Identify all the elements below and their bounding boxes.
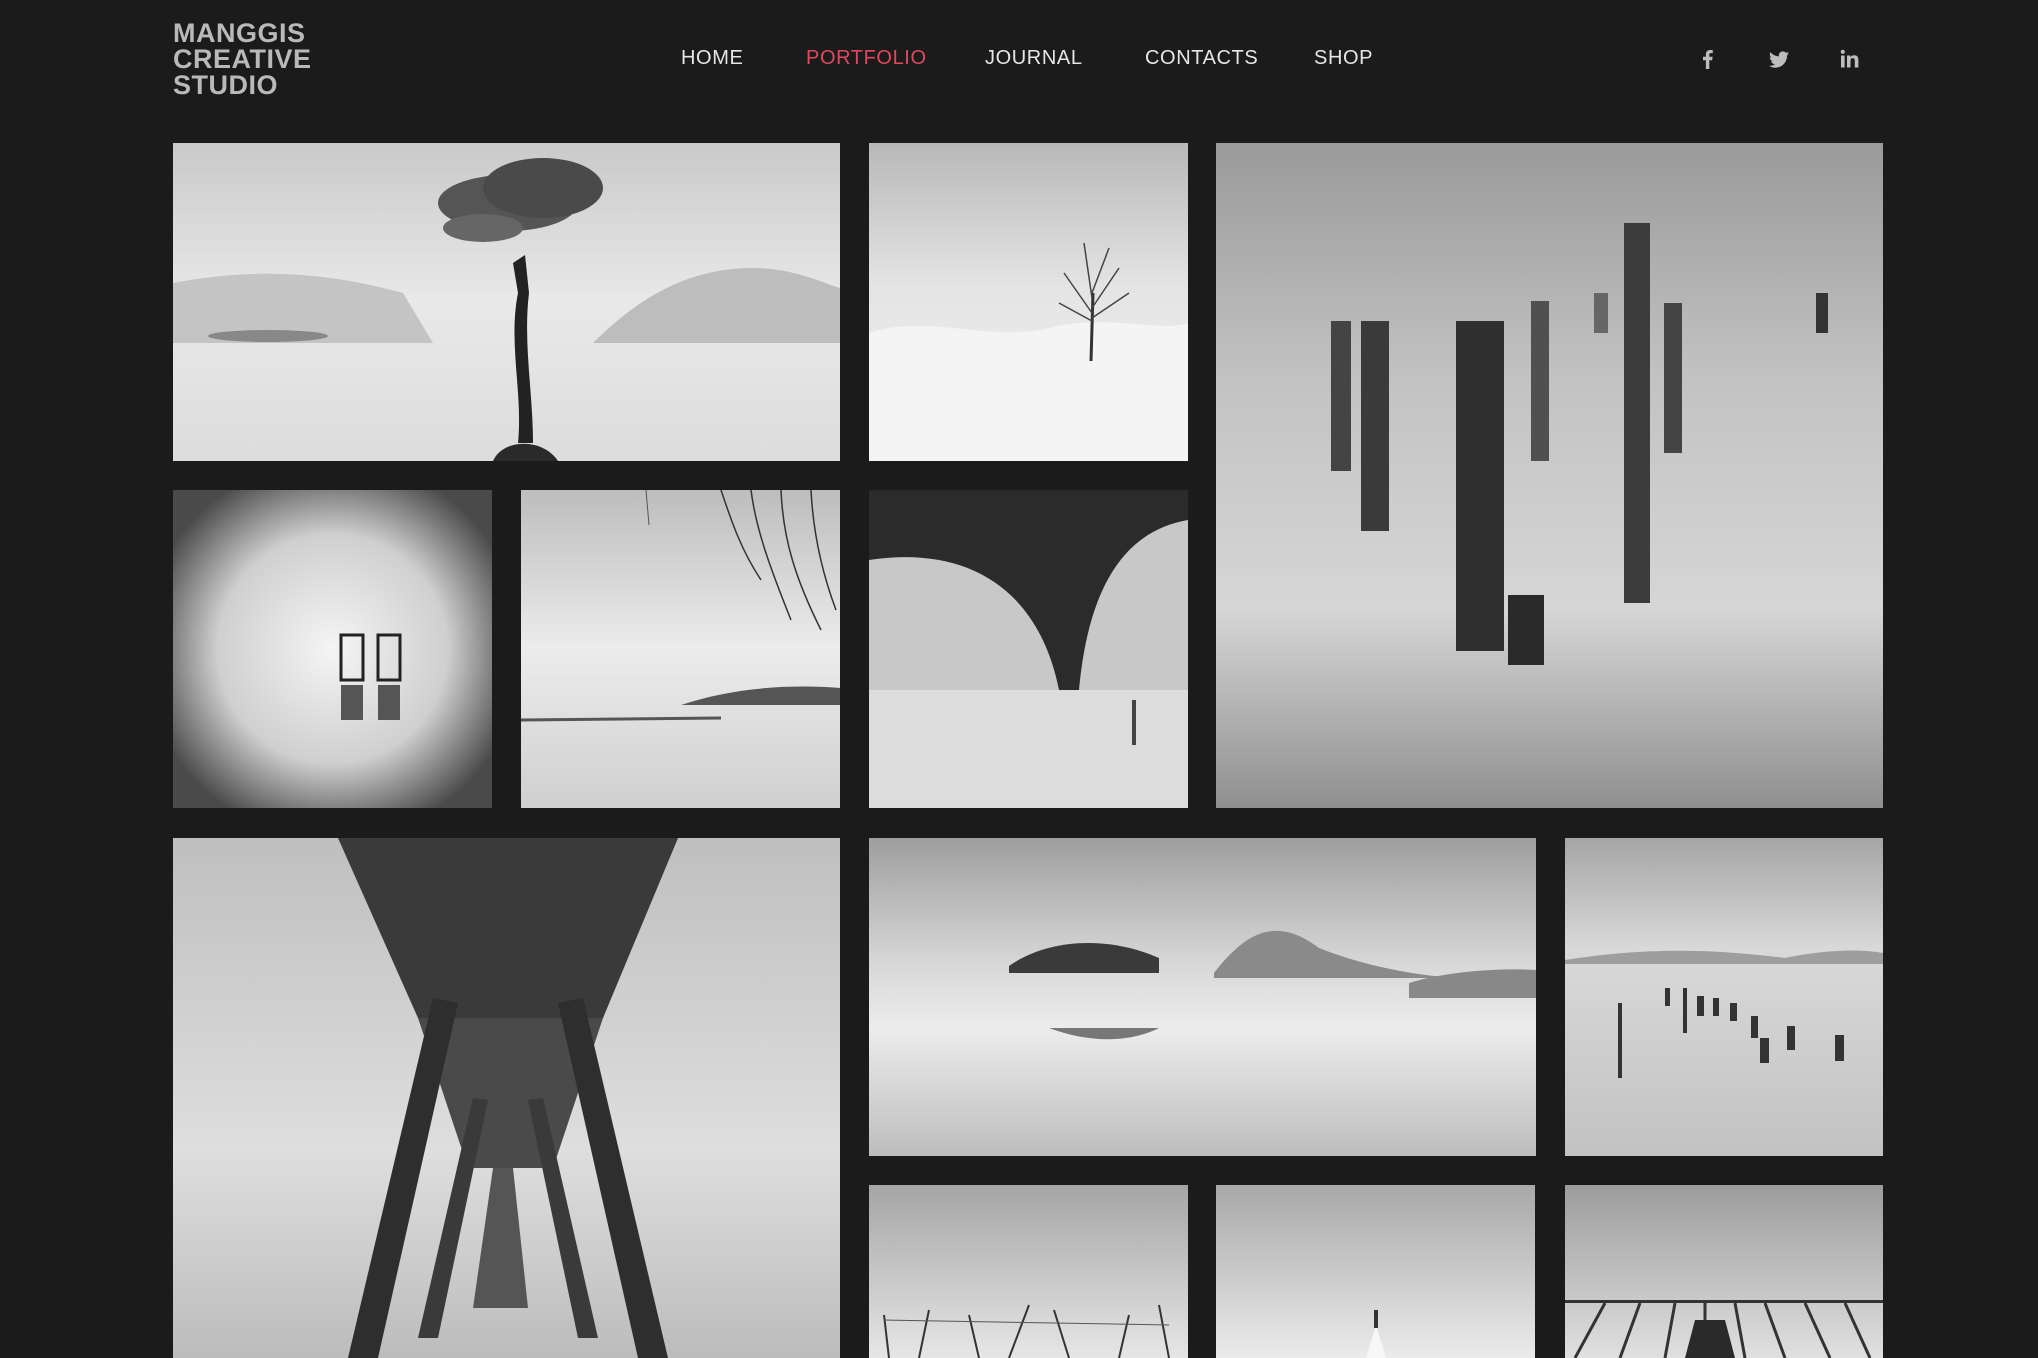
photo-willow-branches-lake[interactable] xyxy=(521,490,840,808)
bridge-in-fog-image xyxy=(869,490,1188,808)
photo-lone-tree-lake[interactable] xyxy=(173,143,840,461)
twitter-icon xyxy=(1769,51,1789,68)
photo-bridge-in-fog[interactable] xyxy=(869,490,1188,808)
willow-branches-lake-image xyxy=(521,490,840,808)
nav-portfolio[interactable]: PORTFOLIO xyxy=(806,47,927,70)
linkedin-icon xyxy=(1840,49,1859,68)
nav-contacts[interactable]: CONTACTS xyxy=(1145,47,1258,70)
small-boat-pier-image xyxy=(1216,1185,1535,1358)
brand-line-1: MANGGIS xyxy=(173,18,306,48)
pier-underside-image xyxy=(173,838,840,1358)
photo-small-boat-pier[interactable] xyxy=(1216,1185,1535,1358)
photo-posts-in-lake[interactable] xyxy=(1565,838,1883,1156)
nav-shop[interactable]: SHOP xyxy=(1314,47,1373,70)
brand-line-2: CREATIVE xyxy=(173,44,312,74)
lone-tree-lake-image xyxy=(173,143,840,461)
wooden-posts-water-image xyxy=(1216,143,1883,808)
brand-line-3: STUDIO xyxy=(173,70,279,100)
photo-wooden-posts-water[interactable] xyxy=(1216,143,1883,808)
brand-logo[interactable]: MANGGIS CREATIVE STUDIO xyxy=(173,18,312,100)
twitter-link[interactable] xyxy=(1766,46,1792,72)
photo-fishing-nets[interactable] xyxy=(869,1185,1188,1358)
posts-in-lake-image xyxy=(1565,838,1883,1156)
photo-two-chairs-water[interactable] xyxy=(173,490,492,808)
facebook-icon xyxy=(1703,50,1713,69)
pier-rows-image xyxy=(1565,1185,1883,1358)
photo-bare-tree-snow[interactable] xyxy=(869,143,1188,461)
photo-pier-underside[interactable] xyxy=(173,838,840,1358)
two-chairs-water-image xyxy=(173,490,492,808)
facebook-link[interactable] xyxy=(1695,46,1721,72)
fishing-nets-image xyxy=(869,1185,1188,1358)
misty-island-image xyxy=(869,838,1536,1156)
linkedin-link[interactable] xyxy=(1837,46,1863,72)
photo-pier-rows[interactable] xyxy=(1565,1185,1883,1358)
bare-tree-snow-image xyxy=(869,143,1188,461)
photo-misty-island[interactable] xyxy=(869,838,1536,1156)
nav-home[interactable]: HOME xyxy=(681,47,743,70)
nav-journal[interactable]: JOURNAL xyxy=(985,47,1083,70)
